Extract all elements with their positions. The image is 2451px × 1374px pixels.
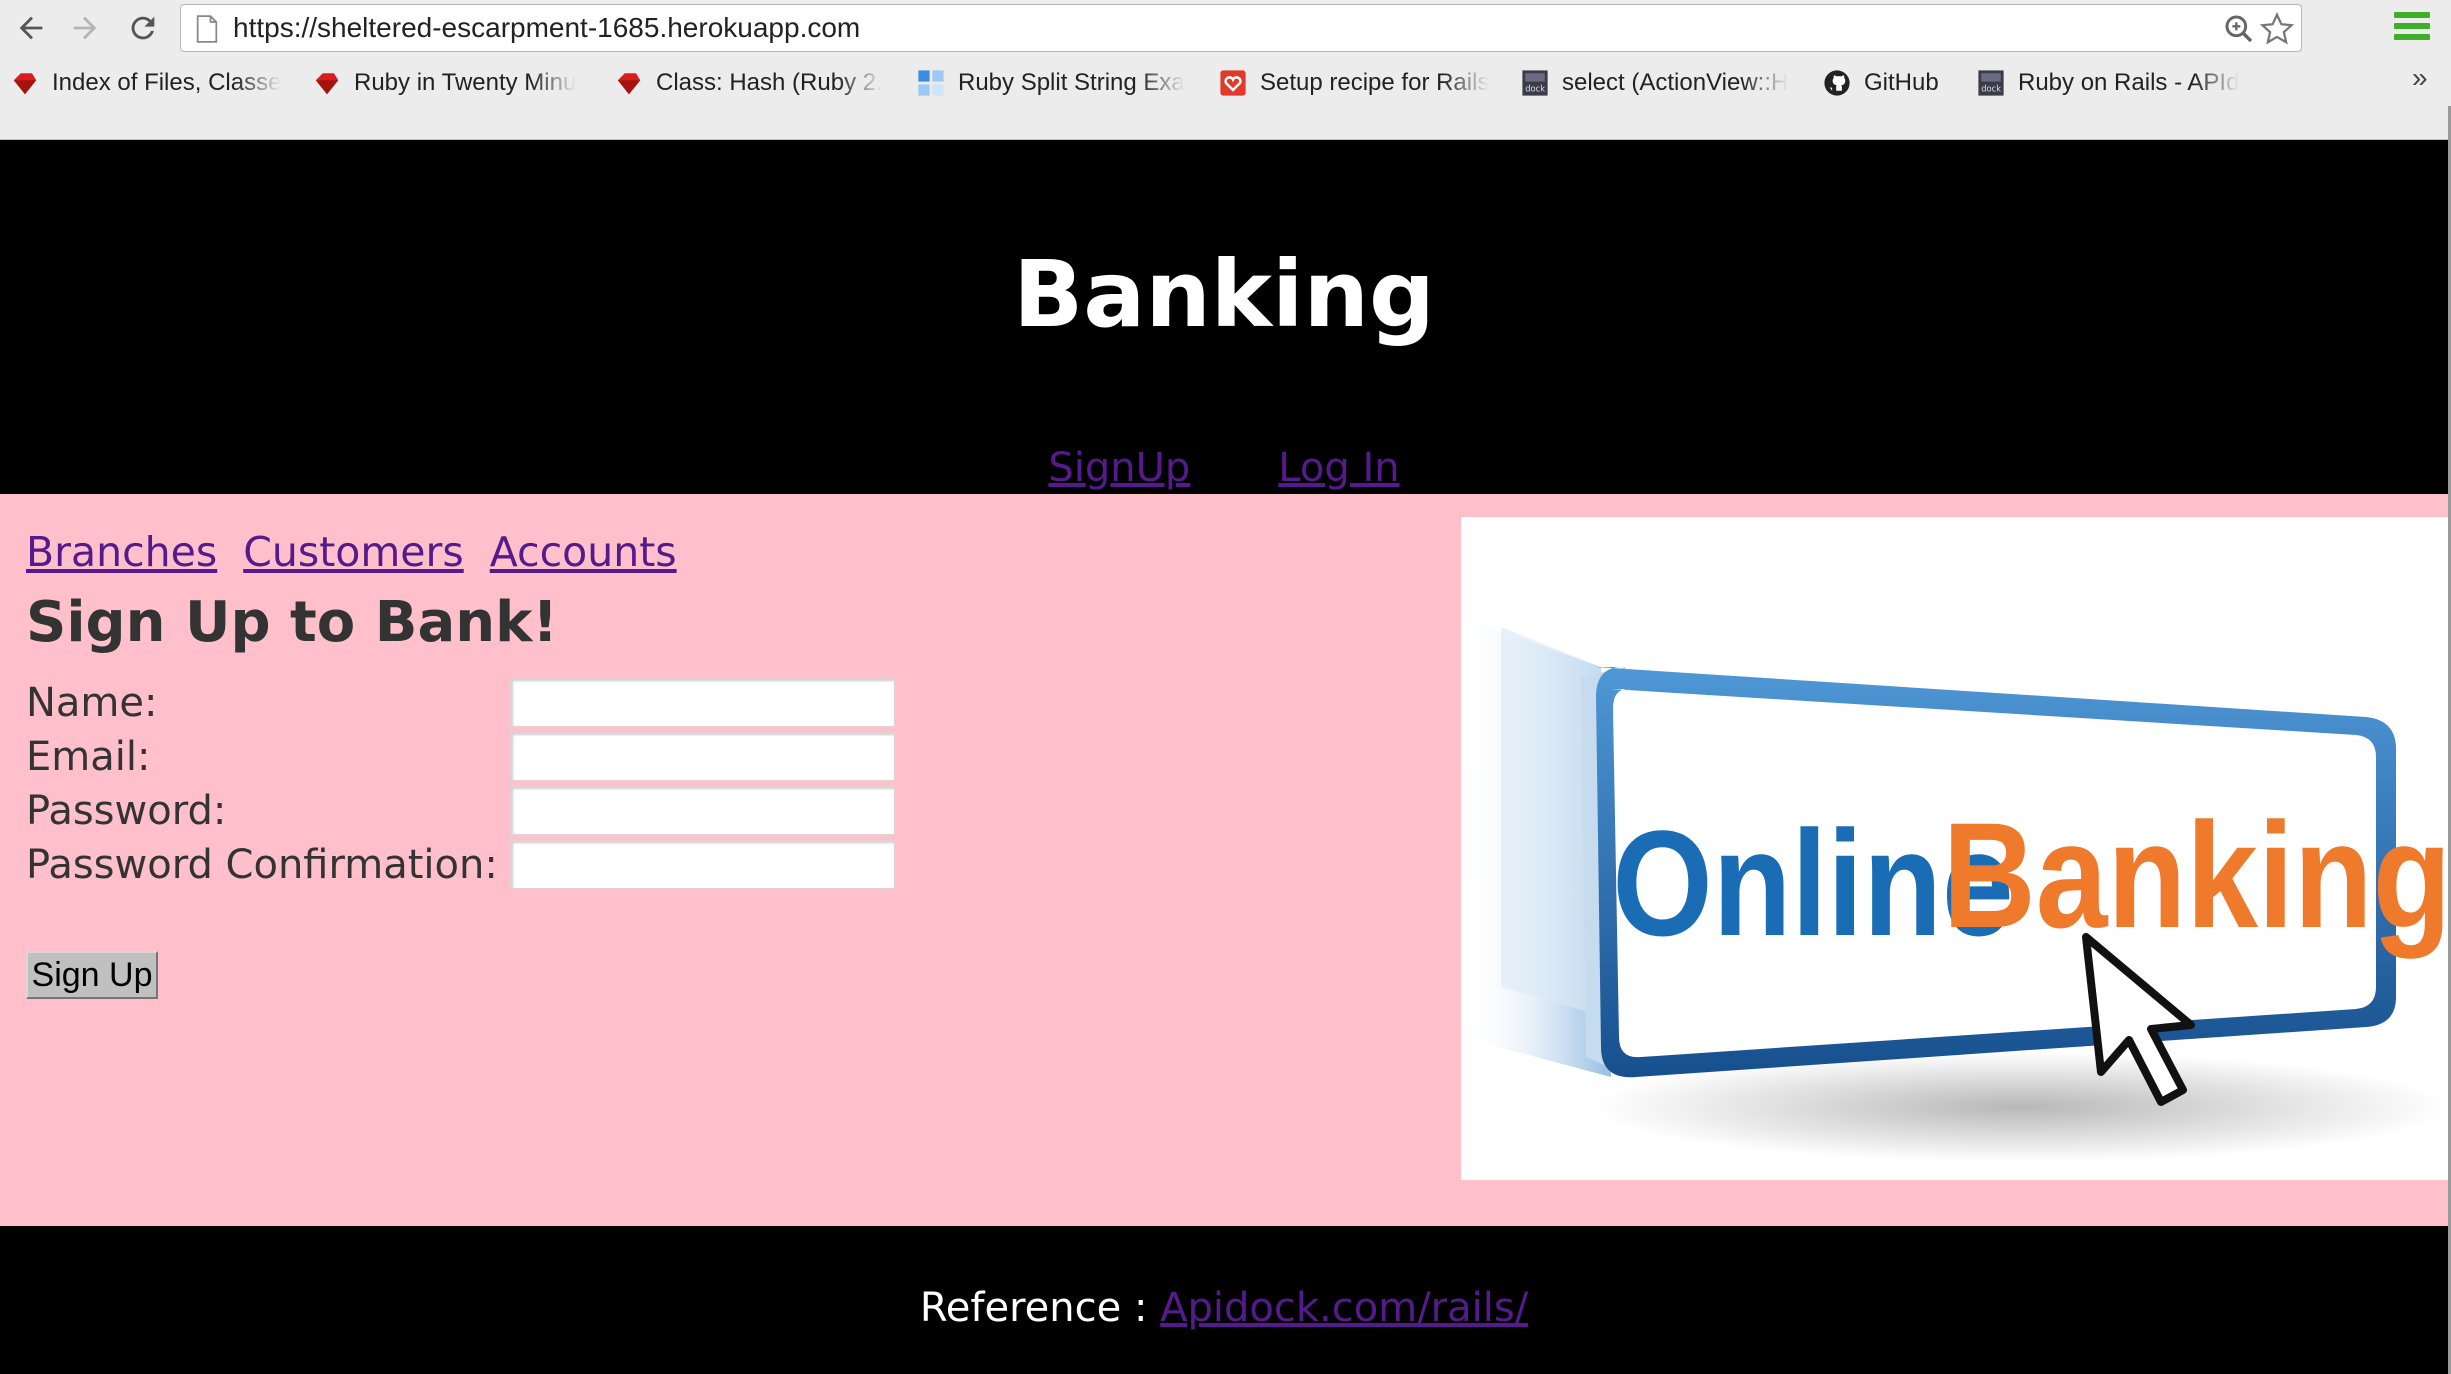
svg-text:dock: dock [1525,83,1545,93]
reload-icon [131,16,155,40]
blue-squares-icon [916,68,946,98]
bookmark-item[interactable]: Class: Hash (Ruby 2. [614,60,888,106]
back-button[interactable] [10,8,52,48]
name-field[interactable] [510,678,896,728]
forward-arrow-icon [73,16,97,40]
email-label: Email: [26,734,151,780]
email-row: Email: [26,730,896,784]
apidock-reference-link[interactable]: Apidock.com/rails/ [1160,1285,1528,1331]
bookmark-item[interactable]: GitHub [1822,60,1972,106]
github-icon [1822,68,1852,98]
browser-chrome: https://sheltered-escarpment-1685.heroku… [0,0,2451,140]
forward-button[interactable] [64,8,106,48]
site-header: Banking SignUp Log In [0,140,2448,494]
name-label: Name: [26,680,158,726]
heart-shield-icon [1218,68,1248,98]
footer-prefix: Reference : [919,1285,1161,1331]
password-row: Password: [26,784,896,838]
bookmarks-bar: Index of Files, Classe Ruby in Twenty Mi… [0,60,2451,106]
browser-toolbar: https://sheltered-escarpment-1685.heroku… [0,0,2451,56]
online-banking-banner: Online Banking [1461,517,2448,1180]
zoom-icon[interactable] [2223,13,2255,45]
banner-word-banking: Banking [1943,791,2448,959]
nav-signup-link[interactable]: SignUp [1048,445,1190,491]
bookmarks-overflow-chevron-icon[interactable]: » [2412,62,2428,94]
page-icon [196,15,218,43]
bookmark-item[interactable]: Ruby Split String Exa [916,60,1194,106]
nav-login-link[interactable]: Log In [1278,445,1399,491]
address-bar[interactable]: https://sheltered-escarpment-1685.heroku… [180,4,2302,52]
bookmark-item[interactable]: Setup recipe for Rails [1218,60,1498,106]
reload-button[interactable] [122,8,164,48]
password-confirmation-row: Password Confirmation: [26,838,896,892]
ruby-gem-icon [312,68,342,98]
section-links: Branches Customers Accounts [26,524,703,580]
bookmark-star-icon[interactable] [2259,11,2295,47]
name-row: Name: [26,676,896,730]
site-title: Banking [1013,241,1435,348]
footer-reference: Reference : Apidock.com/rails/ [0,1280,2448,1336]
customers-link[interactable]: Customers [243,528,464,576]
password-field[interactable] [510,786,896,836]
accounts-link[interactable]: Accounts [490,528,677,576]
ruby-gem-icon [614,68,644,98]
email-field[interactable] [510,732,896,782]
bookmark-item[interactable]: Index of Files, Classe [10,60,290,106]
menu-icon[interactable] [2394,12,2430,44]
bookmark-item[interactable]: dock Ruby on Rails - APId [1976,60,2256,106]
password-label: Password: [26,788,227,834]
bookmark-item[interactable]: dock select (ActionView::H [1520,60,1800,106]
password-confirmation-label: Password Confirmation: [26,842,498,888]
url-text[interactable]: https://sheltered-escarpment-1685.heroku… [233,5,860,51]
apidock-icon: dock [1520,68,1550,98]
online-banking-illustration: Online Banking [1461,617,2448,1162]
apidock-icon: dock [1976,68,2006,98]
ruby-gem-icon [10,68,40,98]
top-nav: SignUp Log In [0,440,2448,496]
site-footer: Reference : Apidock.com/rails/ [0,1226,2448,1374]
bookmark-item[interactable]: Ruby in Twenty Minu [312,60,582,106]
svg-text:dock: dock [1981,83,2001,93]
password-confirmation-field[interactable] [510,840,896,890]
branches-link[interactable]: Branches [26,528,217,576]
back-arrow-icon [19,16,43,40]
form-title: Sign Up to Bank! [26,590,558,655]
signup-button[interactable]: Sign Up [26,951,158,999]
